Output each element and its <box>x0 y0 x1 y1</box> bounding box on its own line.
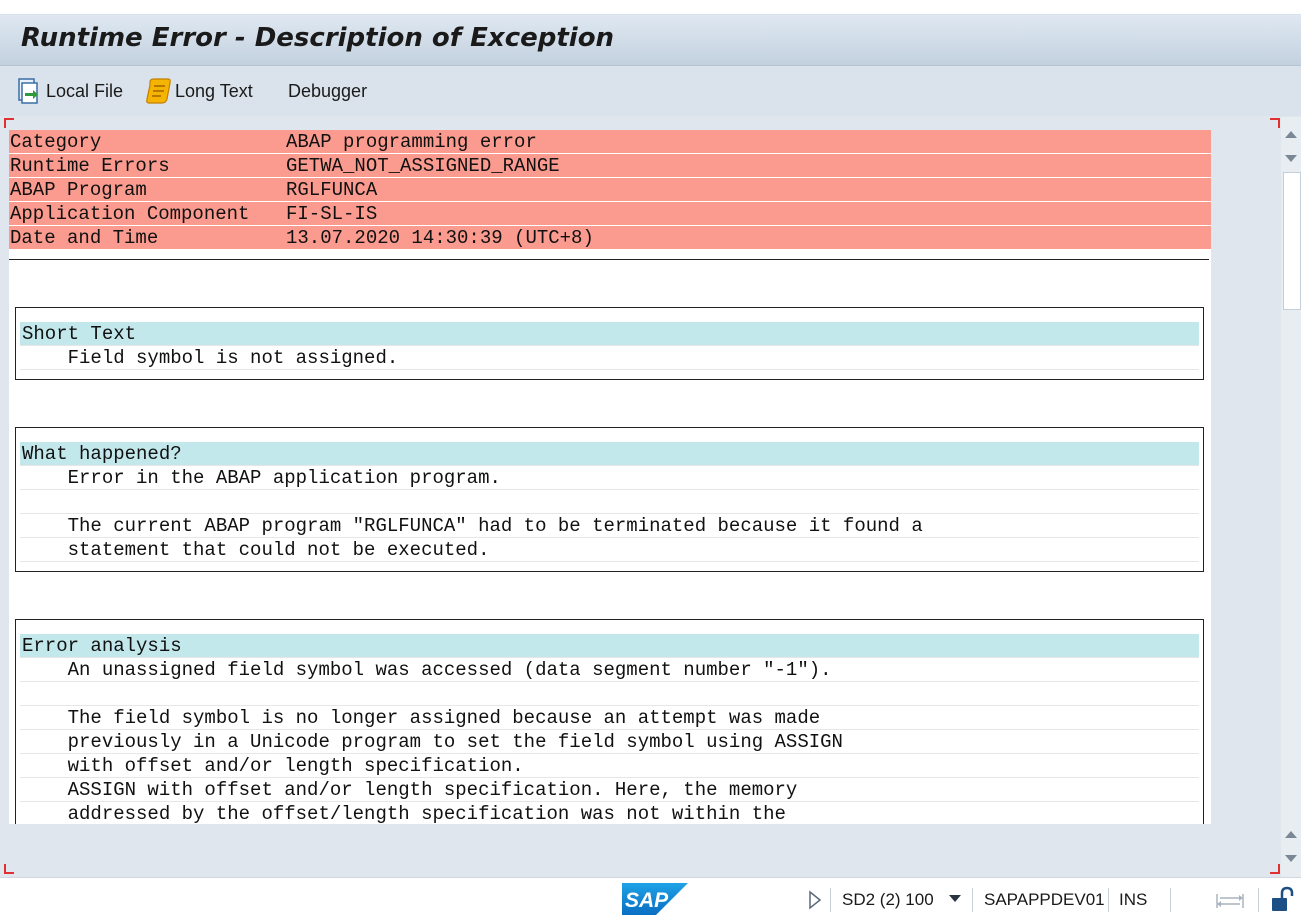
connection-icon <box>1216 894 1244 908</box>
scroll-up-icon[interactable] <box>1285 131 1297 138</box>
scroll-down-icon[interactable] <box>1285 155 1297 162</box>
status-separator <box>1170 888 1171 912</box>
section-line-text: ASSIGN with offset and/or length specifi… <box>22 779 798 801</box>
section-line-text: An unassigned field symbol was accessed … <box>22 659 832 681</box>
title-bar: Runtime Error - Description of Exception <box>0 15 1301 66</box>
field-value: 13.07.2020 14:30:39 (UTC+8) <box>286 227 594 249</box>
input-mode[interactable]: INS <box>1119 890 1147 910</box>
section-line: statement that could not be executed. <box>20 538 1199 562</box>
section-line-text: The current ABAP program "RGLFUNCA" had … <box>22 515 923 537</box>
local-file-icon <box>18 78 38 104</box>
chevron-down-icon[interactable] <box>949 895 961 903</box>
application-toolbar: Local File Long Text Debugger <box>0 66 1301 116</box>
debugger-label: Debugger <box>288 80 368 101</box>
section-line: Error in the ABAP application program. <box>20 466 1199 490</box>
section-line <box>20 490 1199 514</box>
error-analysis-section: Error analysis An unassigned field symbo… <box>15 619 1204 824</box>
field-label: ABAP Program <box>10 179 147 201</box>
status-separator <box>1258 888 1259 912</box>
status-bar: SAP SD2 (2) 100 SAPAPPDEV01 INS <box>0 877 1301 923</box>
scroll-icon <box>146 78 171 104</box>
field-label: Date and Time <box>10 227 159 249</box>
section-line: The field symbol is no longer assigned b… <box>20 706 1199 730</box>
scroll-up-icon[interactable] <box>1285 831 1297 838</box>
local-file-button[interactable]: Local File <box>16 76 123 106</box>
short-text-section: Short Text Field symbol is not assigned. <box>15 307 1204 380</box>
lock-icon[interactable] <box>1270 886 1294 914</box>
status-separator <box>830 888 831 912</box>
section-line-text: The field symbol is no longer assigned b… <box>22 707 821 729</box>
long-text-label: Long Text <box>175 80 253 101</box>
field-label: Runtime Errors <box>10 155 170 177</box>
section-heading-text: Error analysis <box>22 635 182 657</box>
window-top-strip <box>0 0 1301 15</box>
header-divider <box>9 259 1209 260</box>
header-row-date-time: Date and Time 13.07.2020 14:30:39 (UTC+8… <box>9 226 1211 250</box>
section-line-text: addressed by the offset/length specifica… <box>22 803 786 824</box>
header-row-category: Category ABAP programming error <box>9 130 1211 154</box>
focus-corner-top-left <box>4 118 14 128</box>
focus-corner-bottom-right <box>1270 864 1280 874</box>
section-line: previously in a Unicode program to set t… <box>20 730 1199 754</box>
field-value: RGLFUNCA <box>286 179 378 201</box>
section-line: with offset and/or length specification. <box>20 754 1199 778</box>
section-line-text: previously in a Unicode program to set t… <box>22 731 843 753</box>
section-line: An unassigned field symbol was accessed … <box>20 658 1199 682</box>
field-value: ABAP programming error <box>286 131 537 153</box>
section-line-text: Field symbol is not assigned. <box>22 347 399 369</box>
sap-logo: SAP <box>622 883 688 915</box>
field-value: GETWA_NOT_ASSIGNED_RANGE <box>286 155 560 177</box>
scrollbar-thumb[interactable] <box>1283 172 1301 310</box>
local-file-label: Local File <box>46 80 124 101</box>
long-text-button[interactable]: Long Text <box>145 76 253 106</box>
header-row-application-component: Application Component FI-SL-IS <box>9 202 1211 226</box>
vertical-scrollbar[interactable] <box>1281 117 1301 877</box>
header-row-runtime-errors: Runtime Errors GETWA_NOT_ASSIGNED_RANGE <box>9 154 1211 178</box>
status-separator <box>1108 888 1109 912</box>
focus-corner-top-right <box>1270 118 1280 128</box>
debugger-button[interactable]: Debugger <box>288 76 367 106</box>
focus-corner-bottom-left <box>4 864 14 874</box>
section-heading-text: Short Text <box>22 323 137 345</box>
section-heading: What happened? <box>20 442 1199 466</box>
section-line: The current ABAP program "RGLFUNCA" had … <box>20 514 1199 538</box>
what-happened-section: What happened? Error in the ABAP applica… <box>15 427 1204 572</box>
play-triangle-icon[interactable] <box>808 890 822 910</box>
section-line-text: with offset and/or length specification. <box>22 755 524 777</box>
field-label: Category <box>10 131 102 153</box>
section-line-text: Error in the ABAP application program. <box>22 467 501 489</box>
status-separator <box>972 888 973 912</box>
field-label: Application Component <box>10 203 250 225</box>
system-info: SD2 (2) 100 <box>842 890 934 909</box>
section-heading-text: What happened? <box>22 443 182 465</box>
scroll-down-icon[interactable] <box>1285 855 1297 862</box>
error-document[interactable]: Category ABAP programming error Runtime … <box>9 130 1211 824</box>
section-line <box>20 682 1199 706</box>
sap-logo-text: SAP <box>625 889 669 912</box>
page-title: Runtime Error - Description of Exception <box>21 23 615 53</box>
section-line: addressed by the offset/length specifica… <box>20 802 1199 824</box>
section-line: Field symbol is not assigned. <box>20 346 1199 370</box>
section-line: ASSIGN with offset and/or length specifi… <box>20 778 1199 802</box>
section-heading: Short Text <box>20 322 1199 346</box>
field-value: FI-SL-IS <box>286 203 378 225</box>
section-line-text: statement that could not be executed. <box>22 539 490 561</box>
section-heading: Error analysis <box>20 634 1199 658</box>
header-row-abap-program: ABAP Program RGLFUNCA <box>9 178 1211 202</box>
server-name: SAPAPPDEV01 <box>984 890 1105 909</box>
